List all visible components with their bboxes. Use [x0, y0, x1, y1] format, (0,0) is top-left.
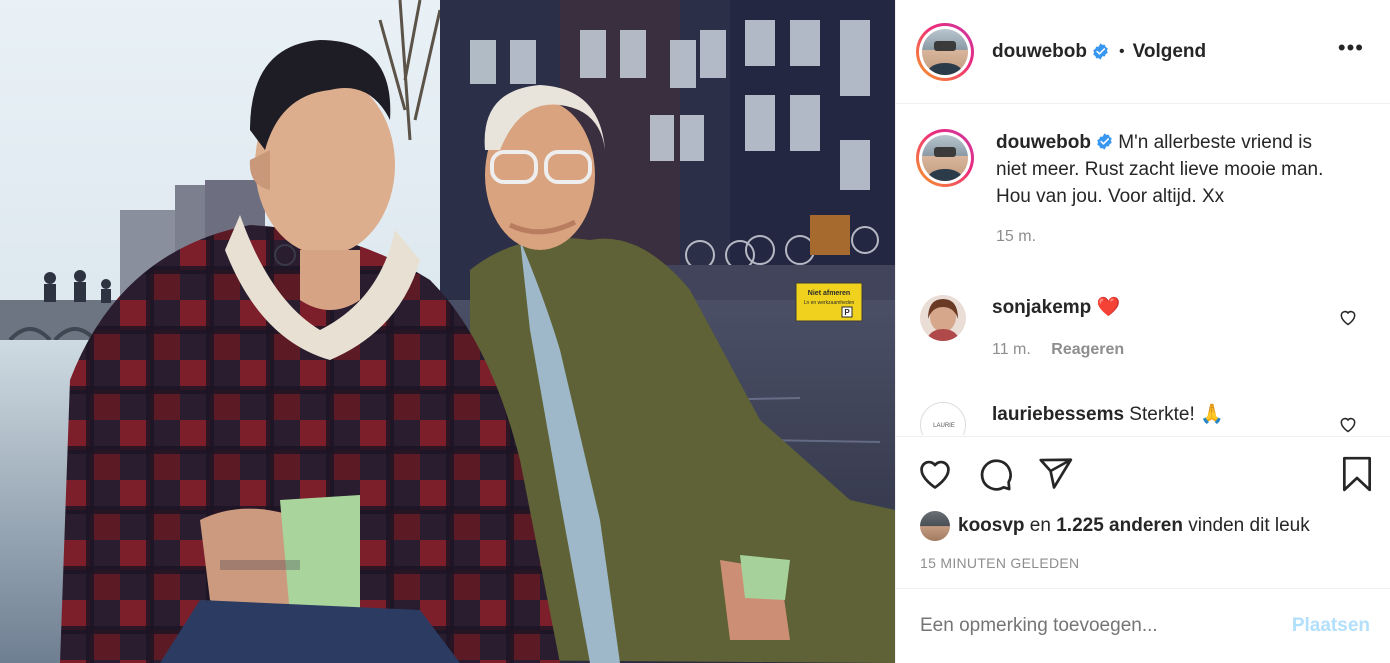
- commenter-avatar[interactable]: LAURIE: [920, 402, 966, 435]
- post-timestamp[interactable]: 15 MINUTEN GELEDEN: [920, 555, 1079, 571]
- liker-avatar[interactable]: [920, 511, 950, 541]
- more-options-icon[interactable]: •••: [1338, 37, 1364, 59]
- post-header: douwebob • Volgend •••: [896, 0, 1390, 104]
- comment-item: sonjakemp ❤️ 11 m. Reageren: [916, 295, 1370, 359]
- commenter-avatar[interactable]: [920, 295, 966, 341]
- commenter-username[interactable]: sonjakemp: [992, 297, 1091, 318]
- author-avatar[interactable]: [916, 22, 974, 81]
- likes-summary: koosvp en 1.225 anderen vinden dit leuk: [920, 511, 1310, 541]
- following-button[interactable]: Volgend: [1133, 41, 1207, 63]
- verified-badge-icon: [1093, 43, 1108, 60]
- sign-letter: P: [844, 308, 850, 317]
- likes-connector: en: [1024, 515, 1057, 536]
- sign-text-line1: Niet afmeren: [808, 290, 850, 297]
- comment-time[interactable]: 11 m.: [992, 341, 1031, 358]
- header-separator: •: [1118, 42, 1125, 60]
- add-comment-bar: Plaatsen: [896, 588, 1390, 663]
- share-icon[interactable]: [1036, 455, 1074, 493]
- post-side-panel: douwebob • Volgend ••• douwebob M'n alle…: [895, 0, 1390, 663]
- caption-avatar[interactable]: [916, 129, 974, 187]
- reply-button[interactable]: Reageren: [1051, 341, 1124, 358]
- commenter-avatar-text: LAURIE: [933, 423, 955, 429]
- caption-time[interactable]: 15 m.: [996, 228, 1380, 246]
- like-comment-heart-icon[interactable]: [1338, 414, 1358, 434]
- comments-list[interactable]: douwebob M'n allerbeste vriend is niet m…: [896, 105, 1390, 435]
- commenter-username[interactable]: lauriebessems: [992, 404, 1124, 425]
- caption-username[interactable]: douwebob: [996, 132, 1091, 153]
- post-actions: koosvp en 1.225 anderen vinden dit leuk …: [896, 436, 1390, 588]
- like-comment-heart-icon[interactable]: [1338, 307, 1358, 327]
- comment-input[interactable]: [920, 615, 1292, 637]
- likes-count[interactable]: 1.225 anderen: [1056, 515, 1183, 537]
- photo-illustration: Niet afmeren Ln en werkzaamheden P: [0, 0, 895, 663]
- post-comment-button[interactable]: Plaatsen: [1292, 615, 1370, 637]
- verified-badge-icon: [1097, 133, 1112, 150]
- heart-icon[interactable]: [916, 455, 954, 493]
- sign-text-line2: Ln en werkzaamheden: [804, 300, 855, 306]
- post-caption: douwebob M'n allerbeste vriend is niet m…: [916, 129, 1380, 246]
- comment-text: Sterkte! 🙏: [1124, 404, 1224, 425]
- comment-item: LAURIE lauriebessems Sterkte! 🙏: [916, 402, 1370, 435]
- action-icons-row: [916, 455, 1376, 495]
- author-username[interactable]: douwebob: [992, 41, 1087, 63]
- liker-username[interactable]: koosvp: [958, 515, 1025, 537]
- post-viewer: Niet afmeren Ln en werkzaamheden P douwe…: [0, 0, 1390, 663]
- comment-icon[interactable]: [976, 455, 1014, 493]
- likes-suffix: vinden dit leuk: [1182, 515, 1310, 536]
- bookmark-icon[interactable]: [1338, 455, 1376, 493]
- comment-text: ❤️: [1091, 297, 1121, 318]
- post-photo[interactable]: Niet afmeren Ln en werkzaamheden P: [0, 0, 895, 663]
